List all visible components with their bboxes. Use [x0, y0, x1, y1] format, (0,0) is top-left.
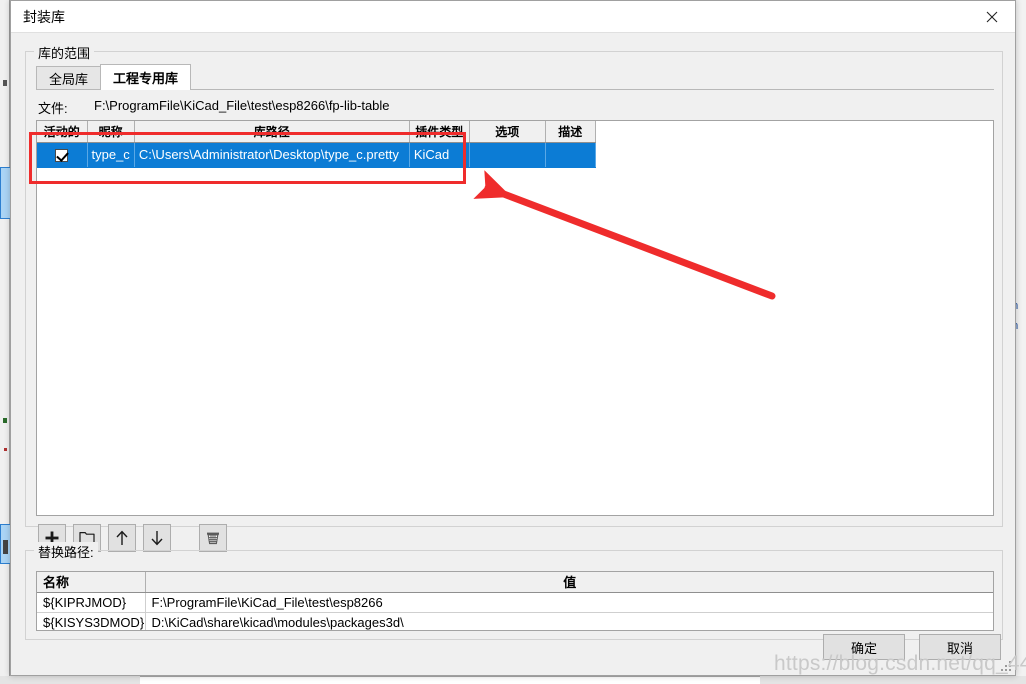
cell-uri[interactable]: C:\Users\Administrator\Desktop\type_c.pr…: [134, 142, 410, 168]
background-left-marker-green: [3, 418, 7, 423]
close-icon[interactable]: [969, 1, 1015, 32]
dialog-body: 库的范围 全局库 工程专用库 文件: F:\ProgramFile\KiCad_…: [11, 33, 1015, 675]
column-header-uri[interactable]: 库路径: [134, 121, 410, 143]
dialog-title: 封装库: [23, 8, 65, 25]
trash-icon: [207, 532, 219, 545]
move-up-button[interactable]: [108, 524, 136, 552]
paths-cell-name-0[interactable]: ${KIPRJMOD}: [37, 592, 146, 613]
cell-description[interactable]: [545, 142, 596, 168]
cancel-button[interactable]: 取消: [919, 634, 1001, 660]
paths-table-row[interactable]: ${KISYS3DMOD} D:\KiCad\share\kicad\modul…: [37, 612, 993, 630]
move-down-button[interactable]: [143, 524, 171, 552]
background-bottom-window: [140, 676, 760, 684]
paths-header-row: 名称 值: [37, 572, 993, 593]
column-header-plugin-type[interactable]: 插件类型: [409, 121, 470, 143]
dialog-titlebar: 封装库: [11, 1, 1015, 33]
cell-plugin-type[interactable]: KiCad: [409, 142, 470, 168]
column-header-description[interactable]: 描述: [545, 121, 596, 143]
tab-project-libraries[interactable]: 工程专用库: [100, 64, 192, 90]
substitution-paths-table-container[interactable]: 名称 值 ${KIPRJMOD} F:\ProgramFile\KiCad_Fi…: [36, 571, 994, 631]
cell-options[interactable]: [469, 142, 546, 168]
substitution-paths-legend: 替换路径:: [34, 542, 98, 561]
file-label: 文件:: [38, 101, 68, 116]
column-header-options[interactable]: 选项: [469, 121, 546, 143]
paths-column-header-name[interactable]: 名称: [37, 572, 146, 593]
substitution-paths-group: 替换路径: 名称 值 ${KIPRJMOD} F:\ProgramFile\Ki…: [25, 542, 1003, 640]
background-left-marker-block: [3, 540, 8, 554]
paths-column-header-value[interactable]: 值: [145, 572, 993, 593]
background-left-marker-dark: [3, 80, 7, 86]
close-glyph: [986, 11, 998, 22]
file-path-value: F:\ProgramFile\KiCad_File\test\esp8266\f…: [94, 98, 390, 113]
ok-button[interactable]: 确定: [823, 634, 905, 660]
library-table: 活动的 昵称 库路径 插件类型 选项 描述 type_c C:\Users\Ad…: [37, 121, 596, 168]
library-table-container[interactable]: 活动的 昵称 库路径 插件类型 选项 描述 type_c C:\Users\Ad…: [36, 120, 994, 516]
background-left-marker-red: [4, 448, 7, 451]
cell-active[interactable]: [37, 142, 88, 168]
resize-grip-icon[interactable]: [1000, 660, 1012, 672]
paths-table-row[interactable]: ${KIPRJMOD} F:\ProgramFile\KiCad_File\te…: [37, 592, 993, 613]
column-header-nickname[interactable]: 昵称: [87, 121, 135, 143]
library-scope-group: 库的范围 全局库 工程专用库 文件: F:\ProgramFile\KiCad_…: [25, 43, 1003, 552]
cell-nickname[interactable]: type_c: [87, 142, 135, 168]
library-scope-tabs: 全局库 工程专用库: [36, 64, 192, 90]
paths-cell-value-0[interactable]: F:\ProgramFile\KiCad_File\test\esp8266: [145, 592, 993, 613]
paths-cell-value-1[interactable]: D:\KiCad\share\kicad\modules\packages3d\: [145, 612, 993, 630]
tab-global-libraries[interactable]: 全局库: [36, 66, 102, 90]
footprint-libraries-dialog: 封装库 库的范围 全局库 工程专用库 文件: F:\ProgramFile\Ki…: [10, 0, 1016, 676]
arrow-up-icon: [116, 530, 128, 545]
dialog-footer: 确定 取消: [809, 634, 1001, 660]
library-scope-legend: 库的范围: [34, 43, 95, 62]
table-row[interactable]: type_c C:\Users\Administrator\Desktop\ty…: [37, 142, 596, 168]
delete-library-button[interactable]: [199, 524, 227, 552]
column-header-active[interactable]: 活动的: [37, 121, 88, 143]
arrow-down-icon: [151, 531, 163, 546]
table-file-row: 文件: F:\ProgramFile\KiCad_File\test\esp82…: [38, 98, 390, 117]
paths-cell-name-1[interactable]: ${KISYS3DMOD}: [37, 612, 146, 630]
library-table-header-row: 活动的 昵称 库路径 插件类型 选项 描述: [37, 121, 596, 143]
substitution-paths-table: 名称 值 ${KIPRJMOD} F:\ProgramFile\KiCad_Fi…: [37, 572, 993, 630]
active-checkbox[interactable]: [55, 149, 69, 163]
